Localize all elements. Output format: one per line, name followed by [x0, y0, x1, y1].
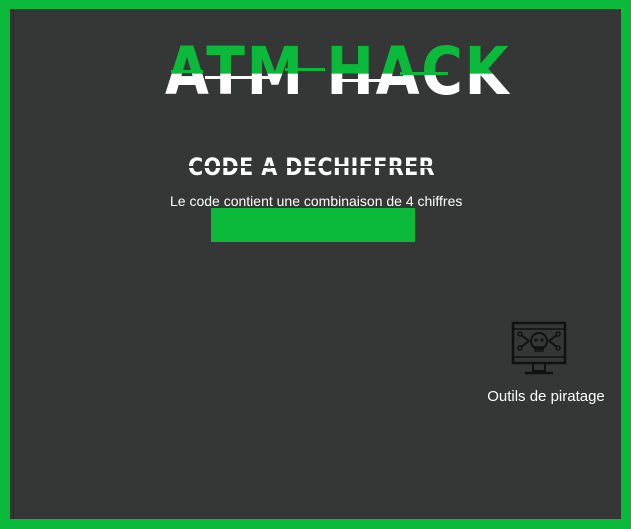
title-glitch-line [335, 79, 395, 82]
app-frame: ATM HACK ATM HACK CODE A DECHIFFRER Le c… [0, 0, 631, 529]
challenge-hint: Le code contient une combinaison de 4 ch… [170, 193, 463, 209]
title-glitch-line [205, 76, 275, 79]
code-input[interactable] [211, 208, 415, 242]
title-glitch-line [171, 70, 203, 73]
title-glitch-line [400, 72, 448, 75]
hacking-tools-button[interactable]: Outils de piratage [476, 321, 616, 411]
hacker-skull-monitor-icon [511, 321, 567, 375]
title-glitch-line [285, 68, 325, 71]
app-title: ATM HACK ATM HACK [165, 32, 509, 112]
heading-glitch-line [188, 166, 438, 168]
frame-divider [13, 9, 14, 519]
hacking-tools-label: Outils de piratage [487, 388, 605, 405]
